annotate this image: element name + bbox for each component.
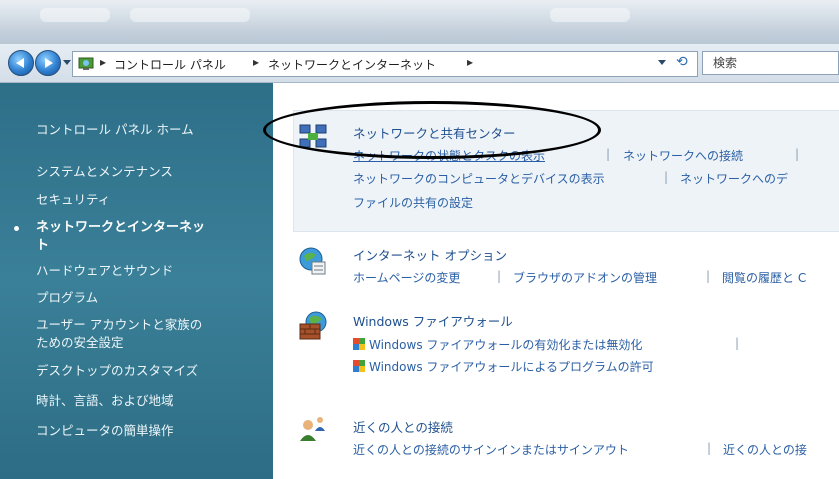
back-button[interactable] (8, 50, 34, 76)
sidebar-item-hardware-sound[interactable]: ハードウェアとサウンド (36, 260, 173, 279)
search-input[interactable]: 検索 (702, 51, 839, 75)
address-field[interactable]: ▸ コントロール パネル ▸ ネットワークとインターネット ▸ (72, 51, 698, 77)
window-title-bar (0, 0, 839, 45)
link-separator: | (735, 336, 740, 350)
sidebar-item-ease-of-access[interactable]: コンピュータの簡単操作 (36, 420, 174, 439)
internet-options-title[interactable]: インターネット オプション (353, 245, 507, 264)
control-panel-icon (78, 57, 94, 70)
internet-options-icon (299, 247, 326, 275)
link-separator: | (706, 269, 711, 283)
sidebar-item-user-accounts[interactable]: ユーザー アカウントと家族の (36, 314, 202, 333)
link-change-homepage[interactable]: ホームページの変更 (353, 269, 460, 286)
link-separator: | (707, 441, 712, 455)
title-bar-glass-highlight (40, 8, 110, 22)
title-bar-glass-highlight (550, 8, 630, 22)
link-people-near-me-settings[interactable]: 近くの人との接 (723, 441, 807, 458)
sidebar-item-user-accounts-line2[interactable]: ための安全設定 (36, 332, 124, 351)
sidebar-item-network-internet-line2[interactable]: ト (36, 234, 49, 253)
link-people-near-me-signin[interactable]: 近くの人との接続のサインインまたはサインアウト (353, 441, 629, 458)
link-firewall-on-off[interactable]: Windows ファイアウォールの有効化または無効化 (369, 336, 642, 353)
link-view-network-computers[interactable]: ネットワークのコンピュータとデバイスの表示 (353, 170, 605, 187)
link-separator: | (795, 147, 800, 161)
breadcrumb-separator-icon[interactable]: ▸ (467, 55, 473, 69)
link-separator: | (497, 269, 502, 283)
sidebar-item-appearance[interactable]: デスクトップのカスタマイズ (36, 360, 198, 379)
people-near-me-title[interactable]: 近くの人との接続 (353, 417, 453, 436)
uac-shield-icon (353, 360, 365, 372)
breadcrumb-network-internet[interactable]: ネットワークとインターネット (268, 56, 436, 73)
title-bar-glass-highlight (130, 8, 250, 22)
link-firewall-allow-program[interactable]: Windows ファイアウォールによるプログラムの許可 (369, 358, 654, 375)
sidebar-item-clock-language-region[interactable]: 時計、言語、および地域 (36, 390, 174, 409)
address-bar: ▸ コントロール パネル ▸ ネットワークとインターネット ▸ ⟲ 検索 (0, 44, 839, 83)
link-separator: | (606, 147, 611, 161)
people-near-me-icon (300, 417, 325, 441)
windows-firewall-icon (299, 311, 327, 340)
sidebar-item-control-panel-home[interactable]: コントロール パネル ホーム (36, 119, 194, 138)
breadcrumb-control-panel[interactable]: コントロール パネル (114, 56, 226, 73)
current-item-bullet-icon (14, 226, 19, 231)
breadcrumb-separator-icon[interactable]: ▸ (100, 55, 106, 69)
recent-pages-dropdown-icon[interactable] (63, 60, 71, 65)
address-history-dropdown-icon[interactable] (658, 60, 666, 65)
refresh-icon[interactable]: ⟲ (676, 55, 690, 69)
sidebar-item-system-maintenance[interactable]: システムとメンテナンス (36, 161, 173, 180)
windows-firewall-title[interactable]: Windows ファイアウォール (353, 311, 513, 330)
forward-button[interactable] (35, 50, 61, 76)
link-manage-addons[interactable]: ブラウザのアドオンの管理 (513, 269, 657, 286)
link-separator: | (664, 170, 669, 184)
sidebar-item-network-internet[interactable]: ネットワークとインターネッ (36, 216, 205, 235)
link-file-sharing-settings[interactable]: ファイルの共有の設定 (353, 194, 473, 211)
annotation-ellipse (263, 101, 601, 159)
link-connect-to-network[interactable]: ネットワークへの接続 (623, 147, 743, 164)
sidebar-item-security[interactable]: セキュリティ (36, 189, 110, 208)
breadcrumb-separator-icon[interactable]: ▸ (253, 55, 259, 69)
link-browsing-history[interactable]: 閲覧の履歴と C (722, 269, 806, 286)
link-add-network-device[interactable]: ネットワークへのデ (680, 170, 788, 187)
sidebar: コントロール パネル ホーム システムとメンテナンス セキュリティ ネットワーク… (0, 83, 273, 479)
uac-shield-icon (353, 338, 365, 350)
sidebar-item-programs[interactable]: プログラム (36, 287, 98, 306)
